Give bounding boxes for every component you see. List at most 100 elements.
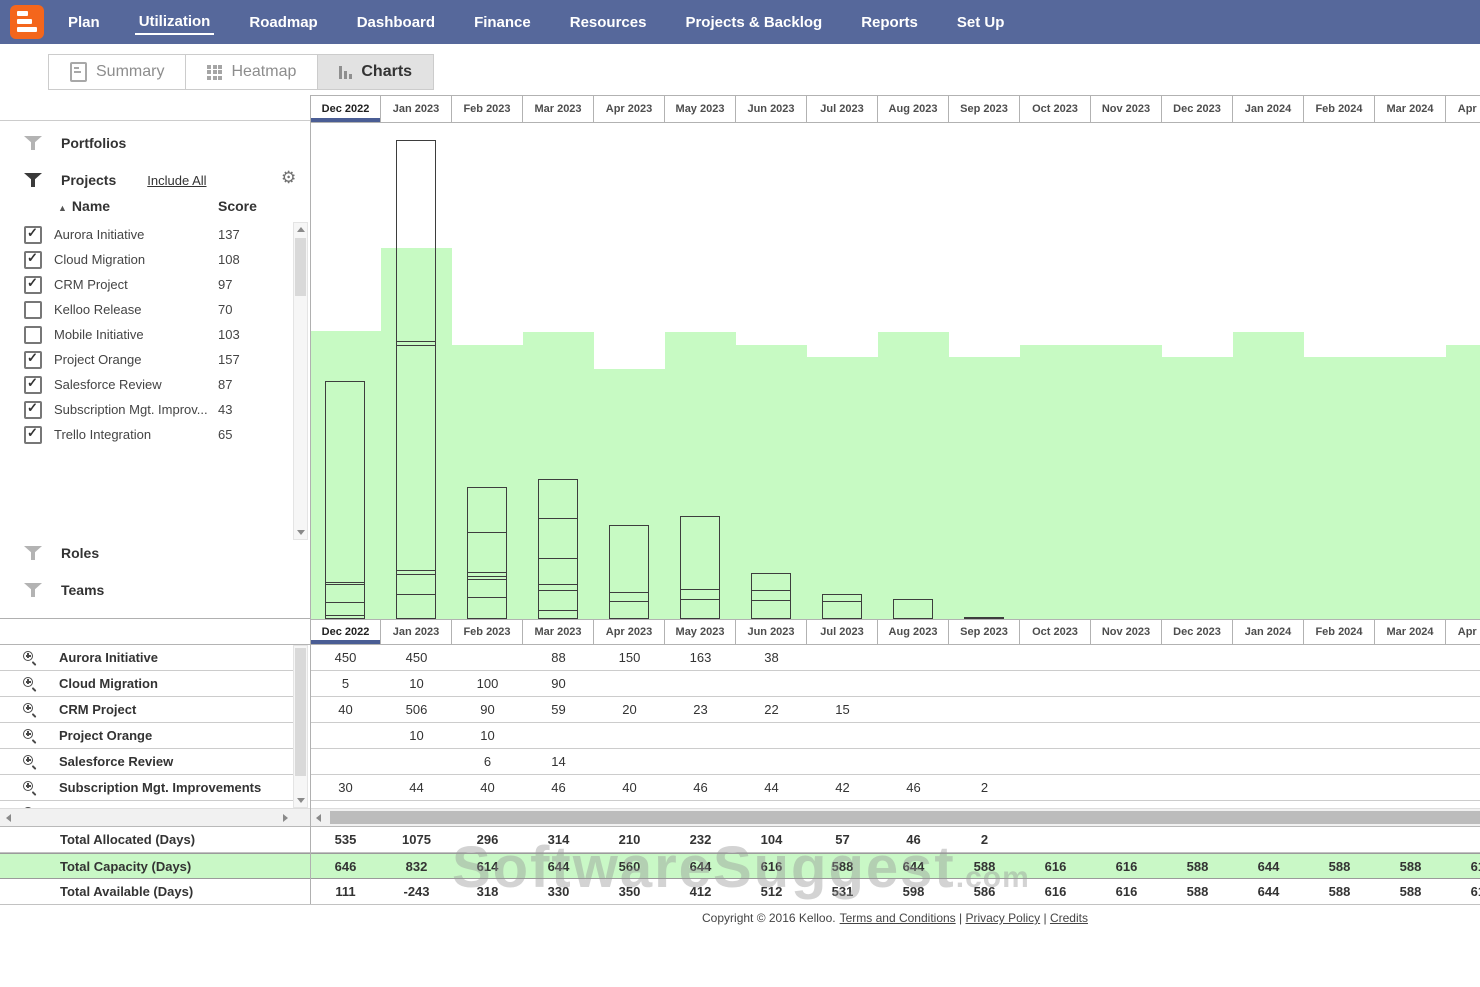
month-header-mar-2024[interactable]: Mar 2024 (1375, 619, 1446, 645)
month-header-jul-2023[interactable]: Jul 2023 (807, 619, 878, 645)
project-checkbox[interactable] (24, 401, 42, 419)
month-header-feb-2024[interactable]: Feb 2024 (1304, 95, 1375, 123)
utilization-bar-mar-2023[interactable] (538, 479, 578, 619)
month-header-jul-2023[interactable]: Jul 2023 (807, 95, 878, 123)
names-horizontal-scrollbar[interactable] (0, 808, 310, 826)
roles-filter[interactable]: Roles (24, 545, 99, 561)
month-header-dec-2023[interactable]: Dec 2023 (1162, 619, 1233, 645)
kelloo-logo[interactable] (10, 5, 44, 39)
nav-item-projects-backlog[interactable]: Projects & Backlog (681, 11, 826, 34)
nav-item-set-up[interactable]: Set Up (953, 11, 1009, 34)
month-header-dec-2023[interactable]: Dec 2023 (1162, 95, 1233, 123)
project-checkbox[interactable] (24, 376, 42, 394)
zoom-in-icon[interactable] (22, 702, 37, 717)
tab-summary[interactable]: Summary (49, 55, 186, 89)
allocation-cell: 46 (878, 775, 949, 800)
month-header-jun-2023[interactable]: Jun 2023 (736, 95, 807, 123)
month-header-feb-2023[interactable]: Feb 2023 (452, 95, 523, 123)
zoom-in-icon[interactable] (22, 650, 37, 665)
project-checkbox[interactable] (24, 251, 42, 269)
project-checkbox[interactable] (24, 226, 42, 244)
month-header-jun-2023[interactable]: Jun 2023 (736, 619, 807, 645)
utilization-bar-feb-2023[interactable] (467, 487, 507, 619)
month-header-apr-2024[interactable]: Apr 2024 (1446, 619, 1480, 645)
document-icon (70, 62, 87, 82)
allocation-cell (1091, 723, 1162, 748)
project-checkbox[interactable] (24, 276, 42, 294)
nav-item-reports[interactable]: Reports (857, 11, 922, 34)
project-checkbox[interactable] (24, 426, 42, 444)
utilization-bar-apr-2023[interactable] (609, 525, 649, 619)
month-header-nov-2023[interactable]: Nov 2023 (1091, 95, 1162, 123)
utilization-bar-jan-2023[interactable] (396, 140, 436, 619)
month-header-may-2023[interactable]: May 2023 (665, 619, 736, 645)
month-header-mar-2023[interactable]: Mar 2023 (523, 619, 594, 645)
month-header-jan-2023[interactable]: Jan 2023 (381, 95, 452, 123)
scrollbar-thumb[interactable] (330, 811, 1480, 824)
sort-asc-icon[interactable]: ▲ (58, 203, 67, 213)
month-header-jan-2024[interactable]: Jan 2024 (1233, 619, 1304, 645)
name-column-header[interactable]: Name (72, 198, 110, 214)
teams-filter[interactable]: Teams (24, 582, 104, 598)
nav-item-resources[interactable]: Resources (566, 11, 651, 34)
total-cell: 412 (665, 879, 736, 904)
utilization-bar-aug-2023[interactable] (893, 599, 933, 619)
month-header-aug-2023[interactable]: Aug 2023 (878, 95, 949, 123)
month-header-oct-2023[interactable]: Oct 2023 (1020, 619, 1091, 645)
month-header-sep-2023[interactable]: Sep 2023 (949, 619, 1020, 645)
zoom-in-icon[interactable] (22, 728, 37, 743)
month-header-mar-2024[interactable]: Mar 2024 (1375, 95, 1446, 123)
portfolios-filter[interactable]: Portfolios (24, 135, 126, 151)
allocation-cell: 10 (452, 723, 523, 748)
tab-heatmap[interactable]: Heatmap (186, 55, 318, 89)
month-header-jan-2023[interactable]: Jan 2023 (381, 619, 452, 645)
row-project-name: CRM Project (59, 702, 136, 717)
values-horizontal-scrollbar[interactable] (310, 808, 1480, 826)
month-header-feb-2023[interactable]: Feb 2023 (452, 619, 523, 645)
utilization-bar-may-2023[interactable] (680, 516, 720, 619)
month-header-apr-2024[interactable]: Apr 2024 (1446, 95, 1480, 123)
month-header-oct-2023[interactable]: Oct 2023 (1020, 95, 1091, 123)
total-cell: 586 (949, 879, 1020, 904)
utilization-bar-jun-2023[interactable] (751, 573, 791, 619)
month-header-apr-2023[interactable]: Apr 2023 (594, 95, 665, 123)
names-header-spacer (0, 618, 310, 645)
names-pane-scrollbar[interactable] (293, 645, 308, 808)
project-checkbox[interactable] (24, 301, 42, 319)
project-score: 157 (218, 352, 240, 367)
month-header-aug-2023[interactable]: Aug 2023 (878, 619, 949, 645)
projects-filter[interactable]: Projects Include All (24, 172, 207, 188)
month-header-feb-2024[interactable]: Feb 2024 (1304, 619, 1375, 645)
nav-item-finance[interactable]: Finance (470, 11, 535, 34)
month-header-dec-2022[interactable]: Dec 2022 (310, 619, 381, 645)
utilization-bar-jul-2023[interactable] (822, 594, 862, 619)
gear-icon[interactable]: ⚙ (281, 168, 296, 188)
month-header-may-2023[interactable]: May 2023 (665, 95, 736, 123)
nav-item-roadmap[interactable]: Roadmap (245, 11, 321, 34)
include-all-link[interactable]: Include All (147, 173, 206, 188)
zoom-in-icon[interactable] (22, 676, 37, 691)
month-header-jan-2024[interactable]: Jan 2024 (1233, 95, 1304, 123)
month-header-apr-2023[interactable]: Apr 2023 (594, 619, 665, 645)
project-list-scrollbar[interactable] (293, 222, 308, 540)
nav-item-utilization[interactable]: Utilization (135, 10, 215, 35)
zoom-in-icon[interactable] (22, 754, 37, 769)
zoom-in-icon[interactable] (22, 780, 37, 795)
tab-charts[interactable]: Charts (318, 55, 433, 89)
footer-link-terms-and-conditions[interactable]: Terms and Conditions (840, 911, 956, 925)
month-header-dec-2022[interactable]: Dec 2022 (310, 95, 381, 123)
bar-segment-crm-project (539, 559, 577, 585)
allocation-cell (1020, 723, 1091, 748)
footer-link-privacy-policy[interactable]: Privacy Policy (965, 911, 1040, 925)
project-checkbox[interactable] (24, 326, 42, 344)
utilization-bar-dec-2022[interactable] (325, 381, 365, 619)
month-header-sep-2023[interactable]: Sep 2023 (949, 95, 1020, 123)
project-checkbox[interactable] (24, 351, 42, 369)
nav-item-plan[interactable]: Plan (64, 11, 104, 34)
footer-link-credits[interactable]: Credits (1050, 911, 1088, 925)
month-header-mar-2023[interactable]: Mar 2023 (523, 95, 594, 123)
nav-item-dashboard[interactable]: Dashboard (353, 11, 439, 34)
score-column-header[interactable]: Score (218, 198, 257, 214)
allocation-cell (310, 749, 381, 774)
month-header-nov-2023[interactable]: Nov 2023 (1091, 619, 1162, 645)
